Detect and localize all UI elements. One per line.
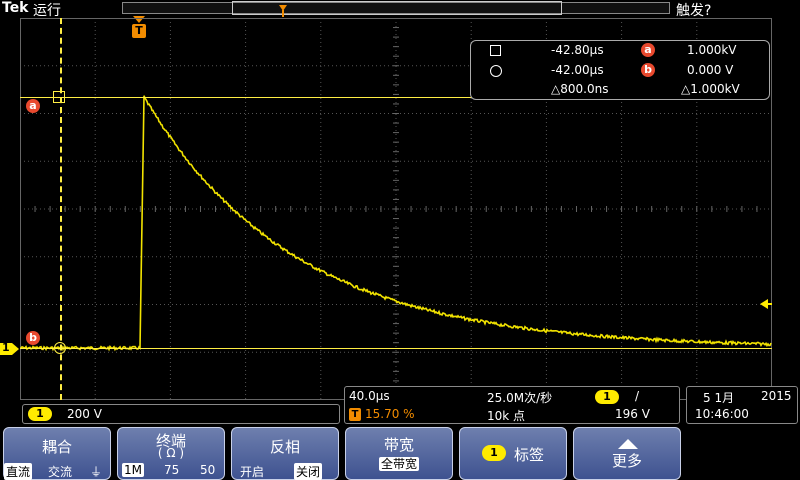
square-cursor-icon <box>490 45 501 56</box>
time: 10:46:00 <box>695 407 749 421</box>
trigger-level-marker[interactable] <box>760 294 772 309</box>
cursor-2-badge: b <box>641 63 655 77</box>
termination-1m-option[interactable]: 1M <box>122 463 144 477</box>
cursor-a-marker[interactable]: a <box>26 99 40 113</box>
trigger-slope-icon: / <box>635 389 640 403</box>
cursor-b-line[interactable] <box>20 348 772 349</box>
acquisition-readout: 40.0µs 25.0M次/秒 1 / T 15.70 % 10k 点 196 … <box>344 386 680 424</box>
bandwidth-value: 全带宽 <box>346 455 452 472</box>
sample-rate: 25.0M次/秒 <box>487 391 553 405</box>
coupling-dc-option[interactable]: 直流 <box>4 463 33 480</box>
channel-1-badge: 1 <box>28 407 52 421</box>
date-time-readout: 5 1月 2015 10:46:00 <box>686 386 798 424</box>
channel-1-scale: 200 V <box>67 407 102 421</box>
label-button[interactable]: 1 标签 <box>459 427 567 480</box>
more-title: 更多 <box>611 452 642 470</box>
cursor-1-value: 1.000kV <box>687 43 737 57</box>
brand-logo: Tek <box>2 0 29 16</box>
record-length: 10k 点 <box>487 409 526 423</box>
bandwidth-title: 带宽 <box>383 436 414 454</box>
termination-button[interactable]: 终端 ( Ω ) 1M 75 50 <box>117 427 225 480</box>
date: 5 1月 <box>703 391 735 405</box>
termination-75-option[interactable]: 75 <box>164 463 179 477</box>
cursor-circle-handle[interactable] <box>54 342 66 354</box>
channel-1-readout[interactable]: 1 200 V <box>22 404 340 424</box>
coupling-ac-option[interactable]: 交流 <box>48 463 72 480</box>
trigger-status: 触发? <box>676 3 712 19</box>
channel-1-marker-label: 1 <box>2 341 10 354</box>
bandwidth-value-label: 全带宽 <box>378 457 419 471</box>
coupling-title: 耦合 <box>41 438 72 456</box>
trigger-channel-badge: 1 <box>595 390 619 404</box>
label-channel-badge: 1 <box>482 445 506 461</box>
cursor-a-line[interactable] <box>20 97 472 98</box>
cursor-1-time: -42.80µs <box>551 43 604 57</box>
delta-time: △800.0ns <box>551 82 609 96</box>
delta-value: △1.000kV <box>681 82 740 96</box>
cursor-2-value: 0.000 V <box>687 63 734 77</box>
year: 2015 <box>761 389 792 403</box>
cursor-b-marker[interactable]: b <box>26 331 40 345</box>
run-status: 运行 <box>33 3 61 19</box>
more-button[interactable]: 更多 <box>573 427 681 480</box>
cursor-2-time: -42.00µs <box>551 63 604 77</box>
timebase: 40.0µs <box>349 389 390 403</box>
invert-off-option[interactable]: 关闭 <box>294 463 323 480</box>
ground-icon[interactable]: ⏚ <box>90 463 102 480</box>
label-title: 标签 <box>514 446 545 464</box>
invert-title: 反相 <box>269 438 300 456</box>
trigger-position: 15.70 % <box>365 407 415 421</box>
coupling-button[interactable]: 耦合 直流 交流 ⏚ <box>3 427 111 480</box>
termination-unit: ( Ω ) <box>157 446 185 460</box>
cursor-1-badge: a <box>641 43 655 57</box>
invert-on-option[interactable]: 开启 <box>240 463 264 480</box>
channel-1-ground-marker[interactable]: 1 <box>0 341 20 355</box>
bandwidth-button[interactable]: 带宽 全带宽 <box>345 427 453 480</box>
termination-50-option[interactable]: 50 <box>200 463 215 477</box>
trigger-position-icon: T <box>349 408 361 421</box>
cursor-readout-panel: -42.80µs a 1.000kV -42.00µs b 0.000 V △8… <box>470 40 770 100</box>
trigger-level: 196 V <box>615 407 650 421</box>
circle-cursor-icon <box>490 65 502 77</box>
record-trigger-marker <box>279 2 287 17</box>
cursor-square-handle[interactable] <box>53 91 65 103</box>
invert-button[interactable]: 反相 开启 关闭 <box>231 427 339 480</box>
